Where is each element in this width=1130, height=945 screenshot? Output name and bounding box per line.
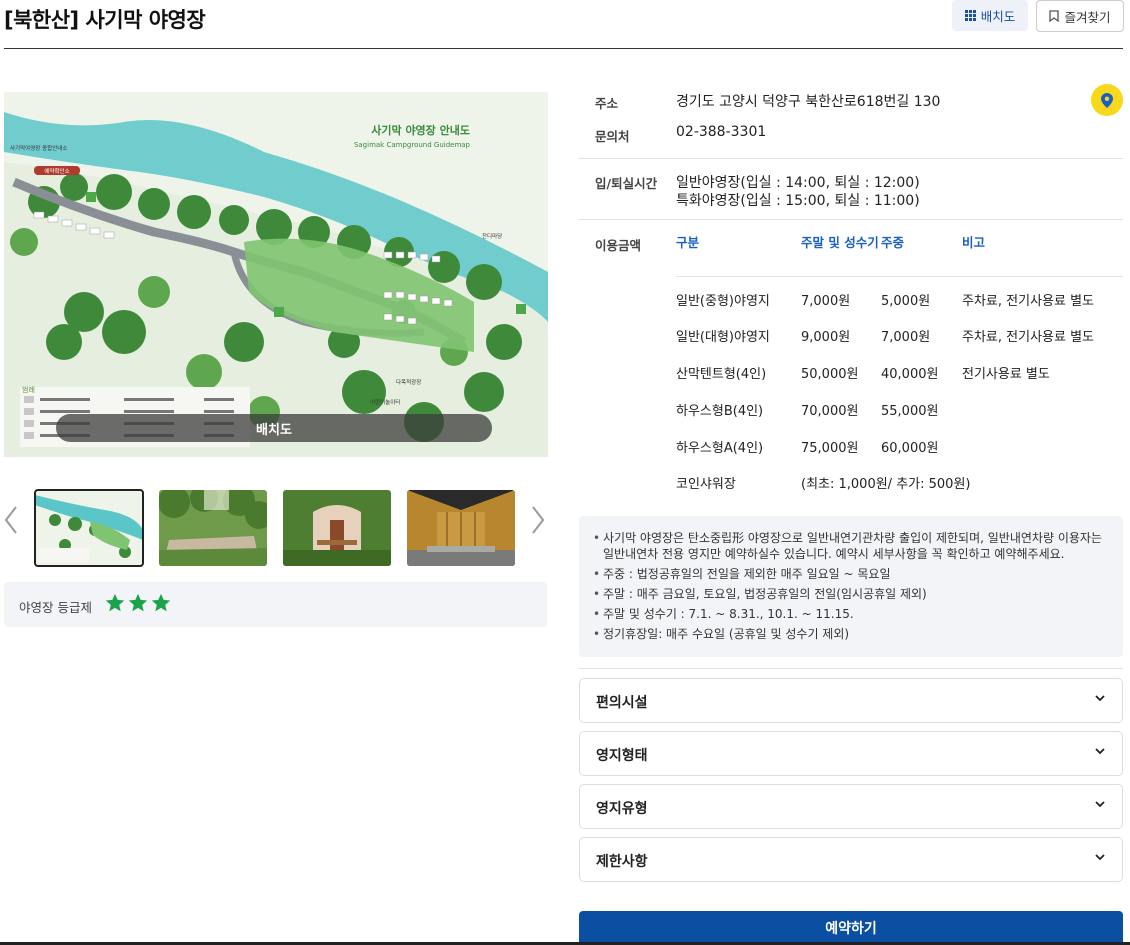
fee-header-weekend: 주말 및 성수기 — [801, 235, 879, 250]
favorite-button[interactable]: 즐겨찾기 — [1036, 0, 1124, 32]
accordion-title: 영지유형 — [596, 801, 648, 817]
thumbnail-gravel-site-drawing — [159, 490, 267, 566]
thumbnail-map-drawing — [35, 490, 143, 566]
fee-row-weekend: 75,000원 — [801, 441, 859, 456]
fee-row-weekday: 7,000원 — [881, 330, 931, 345]
map-caption: 배치도 — [56, 414, 492, 442]
fee-row-type: 일반(중형)야영지 — [676, 294, 770, 309]
bookmark-icon — [1049, 10, 1060, 22]
star-icon — [128, 593, 148, 612]
fee-row-type: 일반(대형)야영지 — [676, 330, 770, 345]
notice-item: 주말 : 매주 금요일, 토요일, 법정공휴일의 전일(임시공휴일 제외) — [593, 586, 1113, 602]
fee-header-note: 비고 — [962, 235, 986, 250]
divider — [579, 158, 1123, 159]
accordion-facilities[interactable]: 편의시설 — [579, 678, 1123, 723]
campground-map-drawing: 범례 사기막 야영장 안내도 Sagimak Campground Guidem… — [4, 92, 548, 457]
fee-row-weekend: 9,000원 — [801, 330, 851, 345]
accordion-site-type[interactable]: 영지유형 — [579, 784, 1123, 829]
star-icon — [105, 593, 125, 612]
checkin-label: 입/퇴실시간 — [595, 176, 658, 191]
thumbnail-tent-cabin-drawing — [283, 490, 391, 566]
fee-row-weekday: 40,000원 — [881, 367, 939, 382]
carousel-next-button[interactable] — [530, 505, 546, 543]
star-icon — [151, 593, 171, 612]
contact-value: 02-388-3301 — [676, 124, 767, 140]
fee-row-weekend: 50,000원 — [801, 367, 859, 382]
map-label-playground: 어린이놀이터 — [370, 398, 400, 406]
thumbnail-map[interactable] — [34, 489, 144, 567]
divider — [579, 219, 1123, 220]
fee-label: 이용금액 — [595, 238, 642, 253]
notice-item: 주중 : 법정공휴일의 전일을 제외한 매주 일요일 ~ 목요일 — [593, 566, 1113, 582]
notice-item: 주말 및 성수기 : 7.1. ~ 8.31., 10.1. ~ 11.15. — [593, 606, 1113, 622]
contact-label: 문의처 — [595, 129, 630, 144]
map-title-en: Sagimak Campground Guidemap — [354, 141, 471, 149]
fee-row-weekend: 7,000원 — [801, 294, 851, 309]
fee-header-divider — [676, 276, 1123, 277]
map-label-plaza: 다목적광장 — [396, 378, 421, 386]
map-button[interactable]: 배치도 — [952, 0, 1028, 31]
reserve-button[interactable]: 예약하기 — [579, 911, 1123, 945]
campground-map-image[interactable]: 범례 사기막 야영장 안내도 Sagimak Campground Guidem… — [4, 92, 548, 457]
chevron-down-icon — [1095, 695, 1105, 702]
notice-box: 사기막 야영장은 탄소중립形 야영장으로 일반내연기관차량 출입이 제한되며, … — [579, 516, 1123, 657]
shower-label: 코인샤워장 — [676, 477, 736, 492]
grid-icon — [964, 10, 976, 21]
map-label-reservation: 예약확인소 — [44, 167, 69, 175]
grade-box: 야영장 등급제 — [4, 582, 547, 627]
chevron-down-icon — [1095, 801, 1105, 808]
fee-row-type: 하우스형A(4인) — [676, 441, 764, 456]
fee-row-note: 주차료, 전기사용료 별도 — [962, 294, 1094, 309]
accordion-restrictions[interactable]: 제한사항 — [579, 837, 1123, 882]
checkin-special: 특화야영장(입실 : 15:00, 퇴실 : 11:00) — [676, 193, 920, 209]
fee-header-weekday: 주중 — [881, 235, 905, 250]
favorite-button-label: 즐겨찾기 — [1064, 9, 1111, 25]
notice-item: 정기휴장일: 매주 수요일 (공휴일 및 성수기 제외) — [593, 626, 1113, 642]
thumbnail-tent-interior[interactable] — [407, 490, 515, 566]
fee-row-weekday: 55,000원 — [881, 404, 939, 419]
accordion-site-form[interactable]: 영지형태 — [579, 731, 1123, 776]
fee-row-note: 전기사용료 별도 — [962, 367, 1050, 382]
address-value: 경기도 고양시 덕양구 북한산로618번길 130 — [676, 94, 941, 110]
fee-row-weekday: 5,000원 — [881, 294, 931, 309]
map-button-label: 배치도 — [980, 9, 1016, 24]
chevron-left-icon — [4, 506, 17, 534]
legend-title: 범례 — [22, 385, 35, 394]
fee-row-note: 주차료, 전기사용료 별도 — [962, 330, 1094, 345]
checkin-general: 일반야영장(입실 : 14:00, 퇴실 : 12:00) — [676, 175, 920, 191]
accordion-title: 편의시설 — [596, 695, 648, 711]
carousel-prev-button[interactable] — [3, 505, 19, 543]
fee-row-type: 산막텐트형(4인) — [676, 367, 767, 382]
chevron-right-icon — [532, 506, 545, 534]
shower-value: (최초: 1,000원/ 추가: 500원) — [801, 477, 971, 492]
fee-row-type: 하우스형B(4인) — [676, 404, 764, 419]
page-title: [북한산] 사기막 야영장 — [4, 8, 206, 32]
map-label-lawn: 잔디마당 — [482, 232, 502, 240]
location-pin-button[interactable] — [1091, 84, 1123, 116]
map-label-info-center: 사기막야영장 종합안내소 — [10, 144, 67, 152]
divider — [579, 668, 1123, 669]
map-title-ko: 사기막 야영장 안내도 — [371, 123, 470, 137]
fee-row-weekend: 70,000원 — [801, 404, 859, 419]
accordion-title: 영지형태 — [596, 748, 648, 764]
chevron-down-icon — [1095, 854, 1105, 861]
notice-item: 사기막 야영장은 탄소중립形 야영장으로 일반내연기관차량 출입이 제한되며, … — [593, 530, 1113, 562]
thumbnail-tent-cabin[interactable] — [283, 490, 391, 566]
address-label: 주소 — [595, 96, 619, 111]
chevron-down-icon — [1095, 748, 1105, 755]
header-divider — [4, 48, 1123, 49]
map-pin-icon — [1101, 92, 1113, 108]
grade-label: 야영장 등급제 — [19, 600, 92, 615]
thumbnail-tent-interior-drawing — [407, 490, 515, 566]
grade-stars — [104, 592, 172, 614]
fee-header-type: 구분 — [676, 235, 700, 250]
fee-row-weekday: 60,000원 — [881, 441, 939, 456]
accordion-title: 제한사항 — [596, 854, 648, 870]
thumbnail-gravel-site[interactable] — [159, 490, 267, 566]
